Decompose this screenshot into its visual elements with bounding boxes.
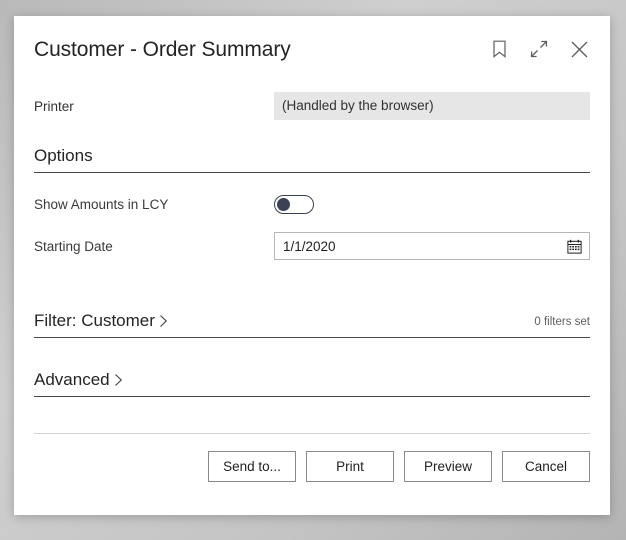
printer-row: Printer (Handled by the browser) — [34, 88, 590, 124]
options-section-header: Options — [34, 146, 590, 173]
starting-date-value: 1/1/2020 — [283, 238, 336, 254]
calendar-icon[interactable] — [565, 237, 583, 255]
show-amounts-in-lcy-label: Show Amounts in LCY — [34, 196, 169, 212]
chevron-right-icon — [113, 373, 124, 387]
show-amounts-in-lcy-leader — [178, 197, 264, 211]
filter-customer-title: Filter: Customer — [34, 311, 155, 330]
show-amounts-in-lcy-field-zone — [274, 194, 590, 214]
filter-customer-section: Filter: Customer 0 filters set — [34, 311, 590, 338]
starting-date-leader — [122, 239, 264, 253]
starting-date-label: Starting Date — [34, 238, 113, 254]
filter-customer-section-header[interactable]: Filter: Customer 0 filters set — [34, 311, 590, 338]
dialog-header: Customer - Order Summary — [14, 16, 610, 88]
cancel-button[interactable]: Cancel — [502, 451, 590, 482]
dialog-footer: Send to... Print Preview Cancel — [34, 451, 590, 482]
preview-button[interactable]: Preview — [404, 451, 492, 482]
options-section-title: Options — [34, 146, 93, 165]
expand-icon[interactable] — [526, 36, 552, 62]
starting-date-row: Starting Date 1/1/2020 — [34, 229, 590, 263]
show-amounts-in-lcy-toggle[interactable] — [274, 194, 314, 214]
report-request-dialog: Customer - Order Summary Printer (Handle… — [14, 16, 610, 515]
starting-date-field-zone: 1/1/2020 — [274, 232, 590, 260]
advanced-section: Advanced — [34, 370, 590, 397]
bookmark-icon[interactable] — [486, 36, 512, 62]
filter-count-label: 0 filters set — [534, 316, 590, 328]
printer-value: (Handled by the browser) — [274, 92, 590, 120]
close-icon[interactable] — [566, 36, 592, 62]
advanced-title: Advanced — [34, 370, 110, 389]
dialog-title: Customer - Order Summary — [34, 38, 291, 61]
show-amounts-in-lcy-row: Show Amounts in LCY — [34, 187, 590, 221]
advanced-section-header[interactable]: Advanced — [34, 370, 590, 397]
toggle-knob — [277, 197, 290, 211]
send-to-button[interactable]: Send to... — [208, 451, 296, 482]
printer-label: Printer — [34, 98, 74, 114]
footer-divider — [34, 433, 590, 434]
print-button[interactable]: Print — [306, 451, 394, 482]
starting-date-input[interactable]: 1/1/2020 — [274, 232, 590, 260]
options-section: Options — [34, 146, 590, 173]
dialog-content: Printer (Handled by the browser) Options… — [34, 88, 590, 482]
printer-leader — [83, 99, 264, 113]
dialog-header-actions — [486, 36, 592, 62]
chevron-right-icon — [158, 314, 169, 328]
printer-field-zone: (Handled by the browser) — [274, 92, 590, 120]
